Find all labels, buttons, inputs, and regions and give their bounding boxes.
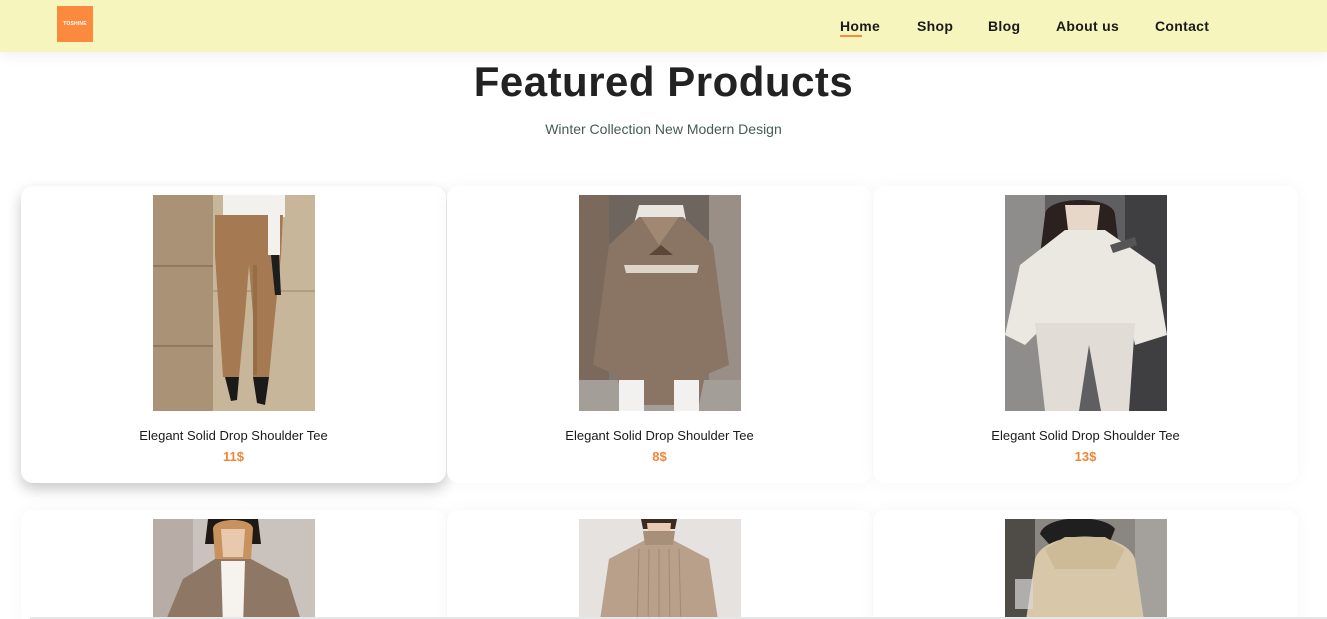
product-price: 13$ <box>1074 449 1097 464</box>
product-name[interactable]: Elegant Solid Drop Shoulder Tee <box>21 428 446 443</box>
top-navbar: TOSHINE Home Shop Blog About us Contact <box>0 0 1327 52</box>
ribbed-turtleneck-photo[interactable] <box>579 519 741 619</box>
section-subtitle: Winter Collection New Modern Design <box>545 121 782 137</box>
nav-contact-link[interactable]: Contact <box>1155 18 1209 34</box>
brown-hoodie-photo[interactable] <box>579 195 741 411</box>
tan-trousers-photo[interactable] <box>153 195 315 411</box>
plaid-blazer-photo[interactable] <box>153 519 315 619</box>
product-price: 11$ <box>223 449 244 464</box>
main-nav: Home Shop Blog About us Contact <box>0 18 1327 38</box>
section-title: Featured Products <box>473 58 854 105</box>
product-name[interactable]: Elegant Solid Drop Shoulder Tee <box>447 428 872 443</box>
nav-about-link[interactable]: About us <box>1056 18 1119 34</box>
product-card[interactable] <box>21 510 446 619</box>
product-card[interactable]: Elegant Solid Drop Shoulder Tee 11$ <box>21 186 446 483</box>
product-card[interactable]: Elegant Solid Drop Shoulder Tee 13$ <box>873 186 1298 483</box>
product-card[interactable]: Elegant Solid Drop Shoulder Tee 8$ <box>447 186 872 483</box>
beige-hoodie-photo[interactable] <box>1005 519 1167 619</box>
nav-blog-link[interactable]: Blog <box>988 18 1020 34</box>
grey-sweatsuit-photo[interactable] <box>1005 195 1167 411</box>
nav-home-link[interactable]: Home <box>840 18 880 37</box>
product-price: 8$ <box>652 449 667 464</box>
product-card[interactable] <box>873 510 1298 619</box>
product-card[interactable] <box>447 510 872 619</box>
product-name[interactable]: Elegant Solid Drop Shoulder Tee <box>873 428 1298 443</box>
nav-shop-link[interactable]: Shop <box>917 18 953 34</box>
